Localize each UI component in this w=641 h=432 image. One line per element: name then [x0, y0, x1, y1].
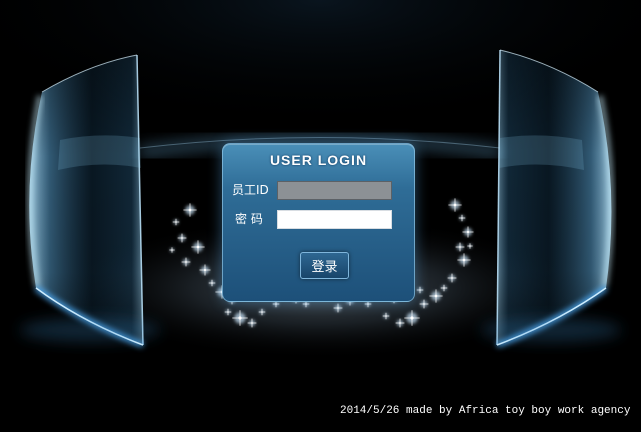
password-input[interactable] [277, 210, 392, 229]
left-floor-reflection [20, 318, 160, 342]
password-label: 密 码 [235, 212, 263, 226]
login-page: USER LOGIN 员工ID 密 码 登录 2014/5/26 made by… [0, 0, 641, 432]
footer-credit: 2014/5/26 made by Africa toy boy work ag… [340, 405, 631, 417]
right-floor-reflection [481, 318, 621, 342]
login-panel: USER LOGIN 员工ID 密 码 登录 [222, 143, 415, 302]
employee-id-label: 员工ID [232, 183, 269, 197]
login-button[interactable]: 登录 [300, 252, 349, 279]
employee-id-input[interactable] [277, 181, 392, 200]
login-title: USER LOGIN [269, 152, 368, 168]
